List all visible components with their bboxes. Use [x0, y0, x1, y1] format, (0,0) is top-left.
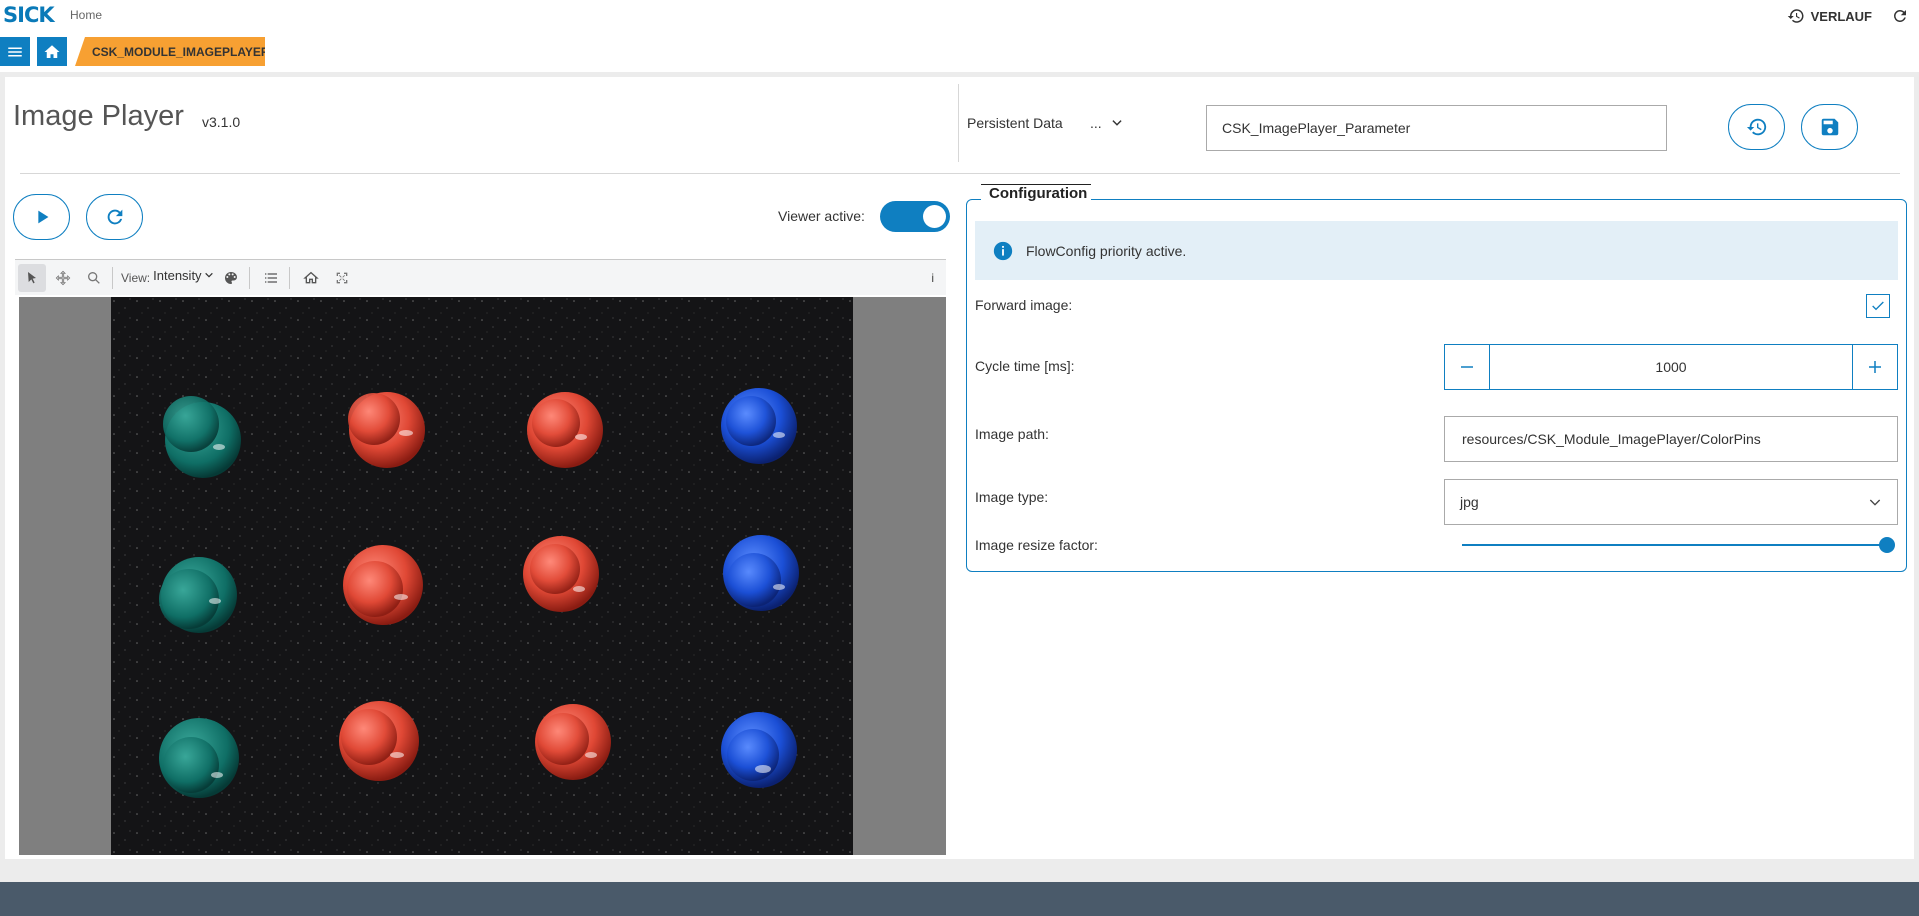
- save-icon: [1821, 118, 1838, 136]
- menu-icon: [8, 47, 22, 56]
- restore-button[interactable]: [1728, 104, 1785, 150]
- toolbar-separator: [112, 266, 113, 289]
- resize-factor-slider[interactable]: [1462, 537, 1895, 553]
- list-icon: [264, 272, 277, 283]
- palette-button[interactable]: [217, 264, 245, 292]
- image-path-label: Image path:: [975, 426, 1049, 442]
- view-mode-select[interactable]: Intensity: [153, 268, 213, 283]
- home-button[interactable]: [37, 37, 67, 66]
- home-view-button[interactable]: [297, 264, 325, 292]
- history-label: VERLAUF: [1810, 8, 1872, 24]
- image-type-value: jpg: [1460, 494, 1479, 510]
- history-button[interactable]: VERLAUF: [1787, 7, 1872, 25]
- minus-icon: [1461, 366, 1473, 368]
- persistent-data-label: Persistent Data: [967, 115, 1063, 131]
- menu-button[interactable]: [0, 37, 30, 66]
- cycle-time-label: Cycle time [ms]:: [975, 358, 1075, 374]
- refresh-icon: [107, 209, 122, 225]
- forward-image-label: Forward image:: [975, 297, 1073, 313]
- home-icon: [302, 271, 319, 283]
- reload-button[interactable]: [86, 194, 143, 240]
- info-text: FlowConfig priority active.: [1026, 242, 1187, 259]
- persistent-data-dots: ...: [1090, 115, 1102, 131]
- viewer-toolbar: View: Intensity i: [15, 259, 946, 295]
- chevron-down-icon: [1869, 499, 1881, 506]
- restore-icon: [1746, 118, 1766, 136]
- info-icon: [993, 241, 1013, 260]
- slider-thumb[interactable]: [1879, 537, 1895, 553]
- increment-button[interactable]: [1852, 345, 1897, 389]
- play-icon: [37, 210, 48, 224]
- list-button[interactable]: [257, 264, 285, 292]
- persistent-data-dropdown[interactable]: ...: [1090, 115, 1124, 131]
- info-button[interactable]: i: [931, 271, 934, 285]
- palette-icon: [224, 271, 237, 284]
- view-label: View:: [121, 270, 151, 285]
- refresh-icon[interactable]: [1891, 7, 1909, 25]
- image-type-select[interactable]: jpg: [1444, 479, 1898, 525]
- sick-logo: SICK: [3, 3, 55, 27]
- toolbar-separator: [288, 266, 290, 289]
- plus-icon: [1869, 361, 1881, 373]
- image-type-label: Image type:: [975, 489, 1049, 505]
- cycle-time-value[interactable]: 1000: [1490, 345, 1852, 389]
- view-mode-value: Intensity: [153, 267, 202, 283]
- header-divider: [958, 84, 959, 162]
- resize-factor-label: Image resize factor:: [975, 537, 1098, 553]
- image-path-input[interactable]: resources/CSK_Module_ImagePlayer/ColorPi…: [1444, 416, 1898, 462]
- footer-bar: [0, 882, 1919, 916]
- fit-view-button[interactable]: [328, 264, 356, 292]
- viewer-active-toggle[interactable]: [880, 201, 950, 232]
- forward-image-checkbox[interactable]: [1866, 294, 1890, 318]
- persistent-data-input[interactable]: CSK_ImagePlayer_Parameter: [1206, 105, 1667, 151]
- chevron-down-icon: [1112, 120, 1122, 126]
- play-button[interactable]: [13, 194, 70, 240]
- toolbar-separator: [248, 266, 250, 289]
- check-icon: [1872, 301, 1884, 311]
- section-divider: [20, 173, 1900, 174]
- toggle-knob: [923, 205, 946, 228]
- tab-module-imageplayer[interactable]: CSK_MODULE_IMAGEPLAYER: [75, 37, 265, 66]
- save-button[interactable]: [1801, 104, 1858, 150]
- pan-tool[interactable]: [49, 264, 77, 292]
- move-icon: [55, 270, 71, 285]
- pointer-icon: [28, 271, 36, 283]
- zoom-tool[interactable]: [80, 264, 108, 292]
- image-viewer[interactable]: [19, 297, 946, 855]
- decrement-button[interactable]: [1445, 345, 1490, 389]
- fullscreen-icon: [336, 272, 347, 283]
- page-title: Image Player: [13, 100, 184, 132]
- flowconfig-info-banner: FlowConfig priority active.: [975, 221, 1898, 280]
- breadcrumb-home[interactable]: Home: [70, 8, 102, 22]
- configuration-legend: Configuration: [981, 184, 1092, 205]
- top-bar: SICK Home VERLAUF CSK_MODULE_IMAGEPLAYER: [0, 0, 1919, 72]
- cycle-time-stepper: 1000: [1444, 344, 1898, 390]
- viewer-active-label: Viewer active:: [778, 208, 865, 224]
- version-label: v3.1.0: [202, 114, 241, 130]
- chevron-down-icon: [204, 272, 213, 278]
- home-icon: [44, 44, 60, 58]
- image-display: [111, 297, 853, 855]
- select-tool[interactable]: [18, 263, 46, 292]
- history-icon: [1787, 9, 1804, 23]
- search-icon: [88, 271, 100, 284]
